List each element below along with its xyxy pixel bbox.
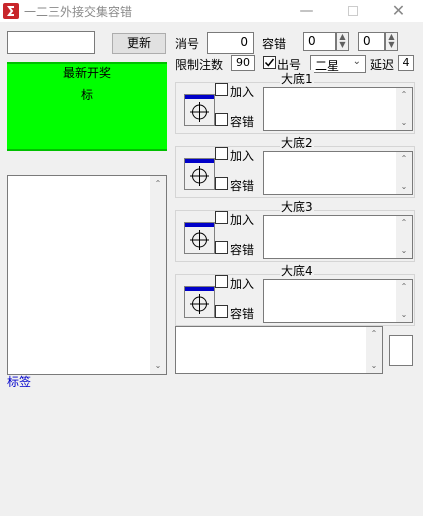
join-label: 加入: [230, 213, 255, 227]
scroll-down-icon[interactable]: ⌄: [396, 244, 412, 258]
maximize-icon: [347, 6, 358, 16]
group-textarea[interactable]: ⌃ ⌄: [263, 215, 413, 259]
join-checkbox[interactable]: [215, 83, 228, 96]
star-select-value: 二星: [315, 59, 340, 73]
left-textarea[interactable]: ⌃ ⌄: [7, 175, 167, 375]
limit-label: 限制注数: [175, 58, 224, 72]
scroll-down-icon[interactable]: ⌄: [396, 116, 412, 130]
scroll-up-icon[interactable]: ⌃: [396, 216, 412, 230]
rongcuo-input-2[interactable]: 0: [358, 32, 385, 51]
down-arrow-icon[interactable]: ▼: [386, 41, 397, 49]
window-title: 一二三外接交集容错: [24, 5, 133, 19]
chuhao-checkbox[interactable]: [263, 56, 276, 69]
join-checkbox[interactable]: [215, 275, 228, 288]
group-scrollbar[interactable]: ⌃ ⌄: [396, 216, 412, 258]
tolerance-checkbox[interactable]: [215, 113, 228, 126]
app-icon: [3, 3, 19, 19]
delay-label: 延迟: [370, 58, 395, 72]
update-button[interactable]: 更新: [112, 33, 166, 54]
tolerance-checkbox[interactable]: [215, 177, 228, 190]
scroll-down-icon[interactable]: ⌄: [150, 358, 166, 374]
output-scrollbar[interactable]: ⌃ ⌄: [366, 327, 382, 373]
title-bar: 一二三外接交集容错 — ✕: [0, 0, 423, 22]
group-title: 大底3: [280, 198, 314, 215]
scroll-up-icon[interactable]: ⌃: [396, 280, 412, 294]
tolerance-checkbox[interactable]: [215, 241, 228, 254]
scroll-up-icon[interactable]: ⌃: [150, 176, 166, 192]
tolerance-label: 容错: [230, 307, 255, 321]
scroll-down-icon[interactable]: ⌄: [366, 359, 382, 373]
crosshair-icon[interactable]: [184, 222, 215, 254]
join-label: 加入: [230, 149, 255, 163]
latest-draw-title: 最新开奖: [62, 66, 111, 80]
scroll-down-icon[interactable]: ⌄: [396, 308, 412, 322]
scroll-down-icon[interactable]: ⌄: [396, 180, 412, 194]
tolerance-checkbox[interactable]: [215, 305, 228, 318]
group-textarea[interactable]: ⌃ ⌄: [263, 151, 413, 195]
group-textarea[interactable]: ⌃ ⌄: [263, 87, 413, 131]
rongcuo-input-1[interactable]: 0: [303, 32, 336, 51]
small-box[interactable]: [389, 335, 413, 366]
group-title: 大底2: [280, 134, 314, 151]
group-scrollbar[interactable]: ⌃ ⌄: [396, 88, 412, 130]
join-checkbox[interactable]: [215, 211, 228, 224]
group-textarea[interactable]: ⌃ ⌄: [263, 279, 413, 323]
maximize-button[interactable]: [330, 0, 375, 22]
scroll-up-icon[interactable]: ⌃: [396, 88, 412, 102]
scroll-up-icon[interactable]: ⌃: [366, 327, 382, 341]
group-title: 大底1: [280, 70, 314, 87]
join-label: 加入: [230, 85, 255, 99]
join-label: 加入: [230, 277, 255, 291]
group-scrollbar[interactable]: ⌃ ⌄: [396, 152, 412, 194]
group-title: 大底4: [280, 262, 314, 279]
tolerance-label: 容错: [230, 115, 255, 129]
join-checkbox[interactable]: [215, 147, 228, 160]
close-button[interactable]: ✕: [376, 0, 421, 22]
xiaohao-input[interactable]: 0: [207, 32, 254, 54]
scroll-up-icon[interactable]: ⌃: [396, 152, 412, 166]
rongcuo-label: 容错: [262, 37, 287, 51]
rongcuo-spinner-2[interactable]: ▲ ▼: [385, 32, 398, 51]
group-scrollbar[interactable]: ⌃ ⌄: [396, 280, 412, 322]
limit-input[interactable]: 90: [231, 55, 255, 71]
footer-label: 标签: [7, 375, 32, 389]
xiaohao-label: 消号: [175, 37, 200, 51]
check-icon: [264, 58, 275, 67]
star-select[interactable]: 二星 ⌄: [310, 55, 366, 73]
minimize-icon: —: [299, 3, 314, 19]
delay-input[interactable]: 4: [398, 55, 414, 71]
latest-draw-label: 标: [80, 88, 93, 102]
minimize-button[interactable]: —: [284, 0, 329, 22]
latest-draw-panel: 最新开奖 标: [7, 62, 167, 151]
rongcuo-spinner-1[interactable]: ▲ ▼: [336, 32, 349, 51]
tolerance-label: 容错: [230, 243, 255, 257]
output-textarea[interactable]: ⌃ ⌄: [175, 326, 383, 374]
crosshair-icon[interactable]: [184, 158, 215, 190]
chevron-down-icon: ⌄: [352, 56, 361, 67]
tolerance-label: 容错: [230, 179, 255, 193]
down-arrow-icon[interactable]: ▼: [337, 41, 348, 49]
left-scrollbar[interactable]: ⌃ ⌄: [150, 176, 166, 374]
crosshair-icon[interactable]: [184, 94, 215, 126]
close-icon: ✕: [391, 1, 406, 20]
search-input[interactable]: [7, 31, 95, 54]
crosshair-icon[interactable]: [184, 286, 215, 318]
